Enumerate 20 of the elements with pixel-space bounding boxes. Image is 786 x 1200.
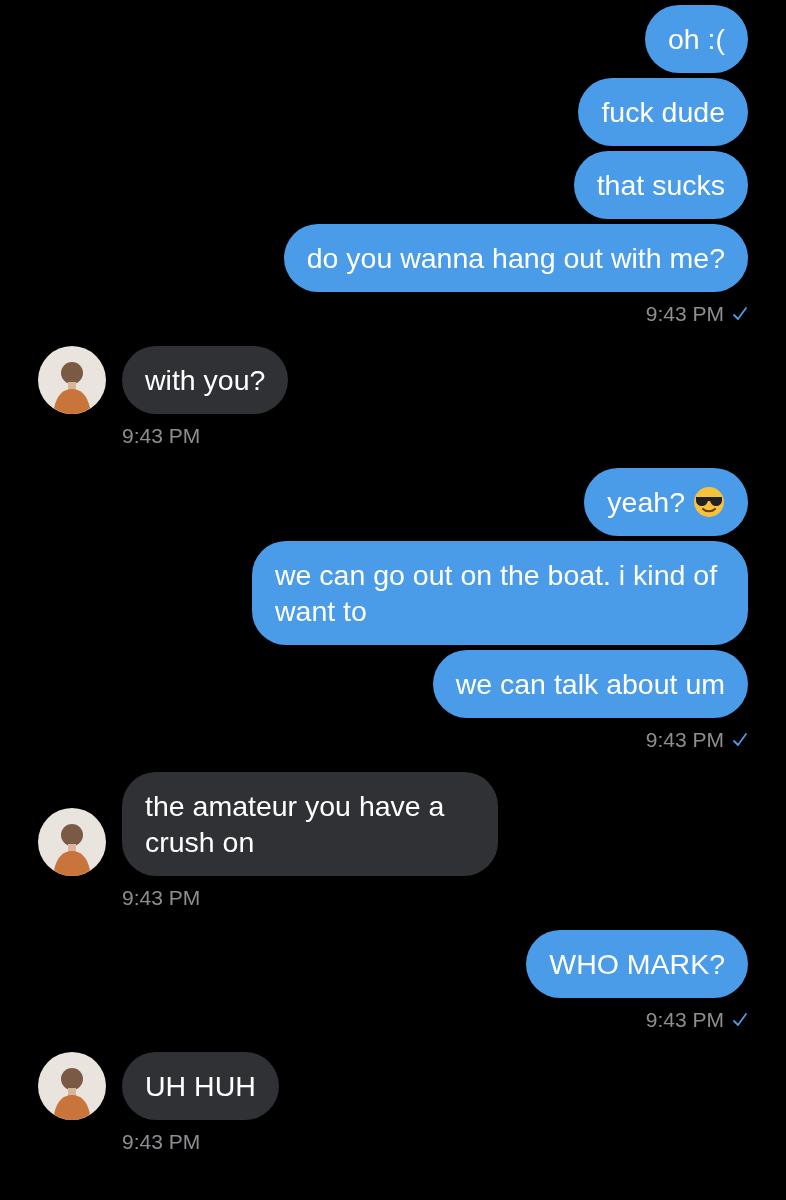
message-bubble: we can talk about um — [432, 650, 748, 718]
timestamp: 9:43 PM — [122, 424, 201, 448]
timestamp: 9:43 PM — [122, 886, 201, 910]
message-bubble: oh :( — [644, 5, 748, 73]
message-bubble: that sucks — [573, 151, 748, 219]
message-bubble: fuck dude — [578, 78, 748, 146]
message-bubble: yeah? — [584, 468, 748, 536]
message-bubble: the amateur you have a crush on — [122, 772, 498, 876]
timestamp: 9:43 PM — [645, 1008, 724, 1032]
message-bubble: do you wanna hang out with me? — [283, 224, 748, 292]
message-bubble: we can go out on the boat. i kind of want to — [252, 541, 748, 645]
avatar — [38, 1052, 106, 1120]
message-bubble: with you? — [122, 346, 289, 414]
timestamp: 9:43 PM — [645, 728, 724, 752]
message-bubble: WHO MARK? — [526, 930, 748, 998]
timestamp: 9:43 PM — [122, 1130, 201, 1154]
message-bubble: UH HUH — [122, 1052, 279, 1120]
timestamp: 9:43 PM — [645, 302, 724, 326]
avatar — [38, 346, 106, 414]
avatar — [38, 808, 106, 876]
